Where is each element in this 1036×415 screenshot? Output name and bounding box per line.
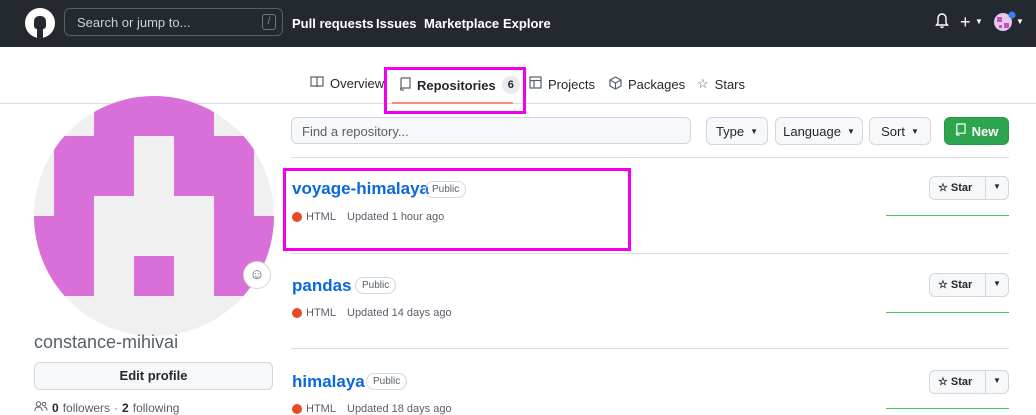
repo-divider (291, 157, 1009, 158)
repo-updated: Updated 14 days ago (347, 307, 452, 319)
activity-sparkline (886, 215, 1009, 216)
find-repository-input[interactable]: Find a repository... (291, 117, 691, 144)
profile-username: constance-mihivai (34, 332, 179, 352)
find-repository-placeholder: Find a repository... (302, 124, 409, 139)
tab-overview[interactable]: Overview (310, 76, 384, 91)
status-emoji-button[interactable]: ☺ (243, 261, 271, 289)
repo-divider (291, 253, 1009, 254)
star-icon: ☆ (938, 279, 948, 291)
sort-filter-button[interactable]: Sort ▼ (869, 117, 931, 145)
star-icon: ☆ (938, 182, 948, 194)
type-filter-button[interactable]: Type ▼ (706, 117, 768, 145)
chevron-down-icon[interactable]: ▼ (993, 182, 1001, 191)
followers-link[interactable]: 0 (52, 401, 59, 415)
language-filter-label: Language (783, 123, 841, 139)
slash-shortcut-icon: / (262, 14, 276, 30)
highlight-box-tab (384, 67, 526, 114)
new-button-label: New (971, 123, 999, 139)
star-button[interactable]: ☆ Star ▼ (929, 370, 1009, 394)
star-button[interactable]: ☆ Star ▼ (929, 273, 1009, 297)
top-header: Search or jump to... / Pull requests Iss… (0, 0, 1036, 47)
follow-separator: · (114, 401, 119, 415)
followers-label[interactable]: followers (63, 401, 110, 415)
tab-label: Overview (330, 76, 385, 91)
profile-avatar[interactable] (34, 96, 274, 336)
visibility-badge: Public (366, 373, 408, 390)
following-label[interactable]: following (133, 401, 180, 415)
highlight-box-repo (283, 168, 631, 251)
tab-packages[interactable]: Packages (609, 76, 685, 93)
avatar-caret-icon[interactable]: ▼ (1016, 17, 1024, 26)
new-repository-button[interactable]: New (944, 117, 1009, 145)
follow-stats: 0 followers · 2 following (34, 401, 179, 415)
star-button[interactable]: ☆ Star ▼ (929, 176, 1009, 200)
star-icon: ☆ (938, 376, 948, 388)
repo-name-link[interactable]: pandas (292, 276, 352, 296)
people-icon (34, 401, 48, 415)
chevron-down-icon: ▼ (750, 126, 759, 136)
bell-icon[interactable] (935, 13, 949, 33)
tab-stars[interactable]: ☆ Stars (697, 76, 745, 92)
repo-name-link[interactable]: himalaya (292, 372, 365, 392)
star-label: Star (950, 181, 973, 194)
nav-pull-requests[interactable]: Pull requests (292, 16, 374, 31)
repo-language: HTML (306, 307, 336, 319)
sort-filter-label: Sort (881, 123, 905, 139)
chevron-down-icon[interactable]: ▼ (993, 376, 1001, 385)
package-icon (609, 76, 622, 93)
tab-label: Stars (714, 76, 745, 92)
book-icon (310, 76, 324, 91)
search-placeholder: Search or jump to... (77, 15, 191, 30)
language-color-dot (292, 404, 302, 414)
plus-caret-icon[interactable]: ▼ (975, 17, 983, 26)
chevron-down-icon: ▼ (910, 126, 919, 136)
repo-icon (955, 123, 966, 139)
nav-explore[interactable]: Explore (503, 16, 551, 31)
global-search-input[interactable]: Search or jump to... / (64, 8, 283, 36)
tab-label: Packages (628, 77, 686, 92)
chevron-down-icon[interactable]: ▼ (993, 279, 1001, 288)
nav-marketplace[interactable]: Marketplace (424, 16, 499, 31)
repo-divider (291, 348, 1009, 349)
nav-issues[interactable]: Issues (376, 16, 416, 31)
type-filter-label: Type (715, 123, 745, 139)
repo-language: HTML (306, 403, 336, 415)
chevron-down-icon: ▼ (846, 126, 855, 136)
language-color-dot (292, 308, 302, 318)
following-link[interactable]: 2 (122, 401, 129, 415)
plus-icon[interactable]: + (960, 12, 971, 33)
language-filter-button[interactable]: Language ▼ (775, 117, 863, 145)
activity-sparkline (886, 408, 1009, 409)
star-label: Star (950, 278, 973, 291)
tab-label: Projects (548, 76, 595, 92)
visibility-badge: Public (355, 277, 397, 294)
edit-profile-button[interactable]: Edit profile (34, 362, 273, 390)
tab-projects[interactable]: Projects (529, 76, 595, 92)
table-icon (529, 76, 542, 92)
avatar-icon[interactable] (993, 11, 1017, 37)
star-label: Star (950, 375, 973, 388)
repo-updated: Updated 18 days ago (347, 403, 452, 415)
star-icon: ☆ (697, 76, 709, 91)
github-logo-icon[interactable] (25, 8, 55, 38)
activity-sparkline (886, 312, 1009, 313)
